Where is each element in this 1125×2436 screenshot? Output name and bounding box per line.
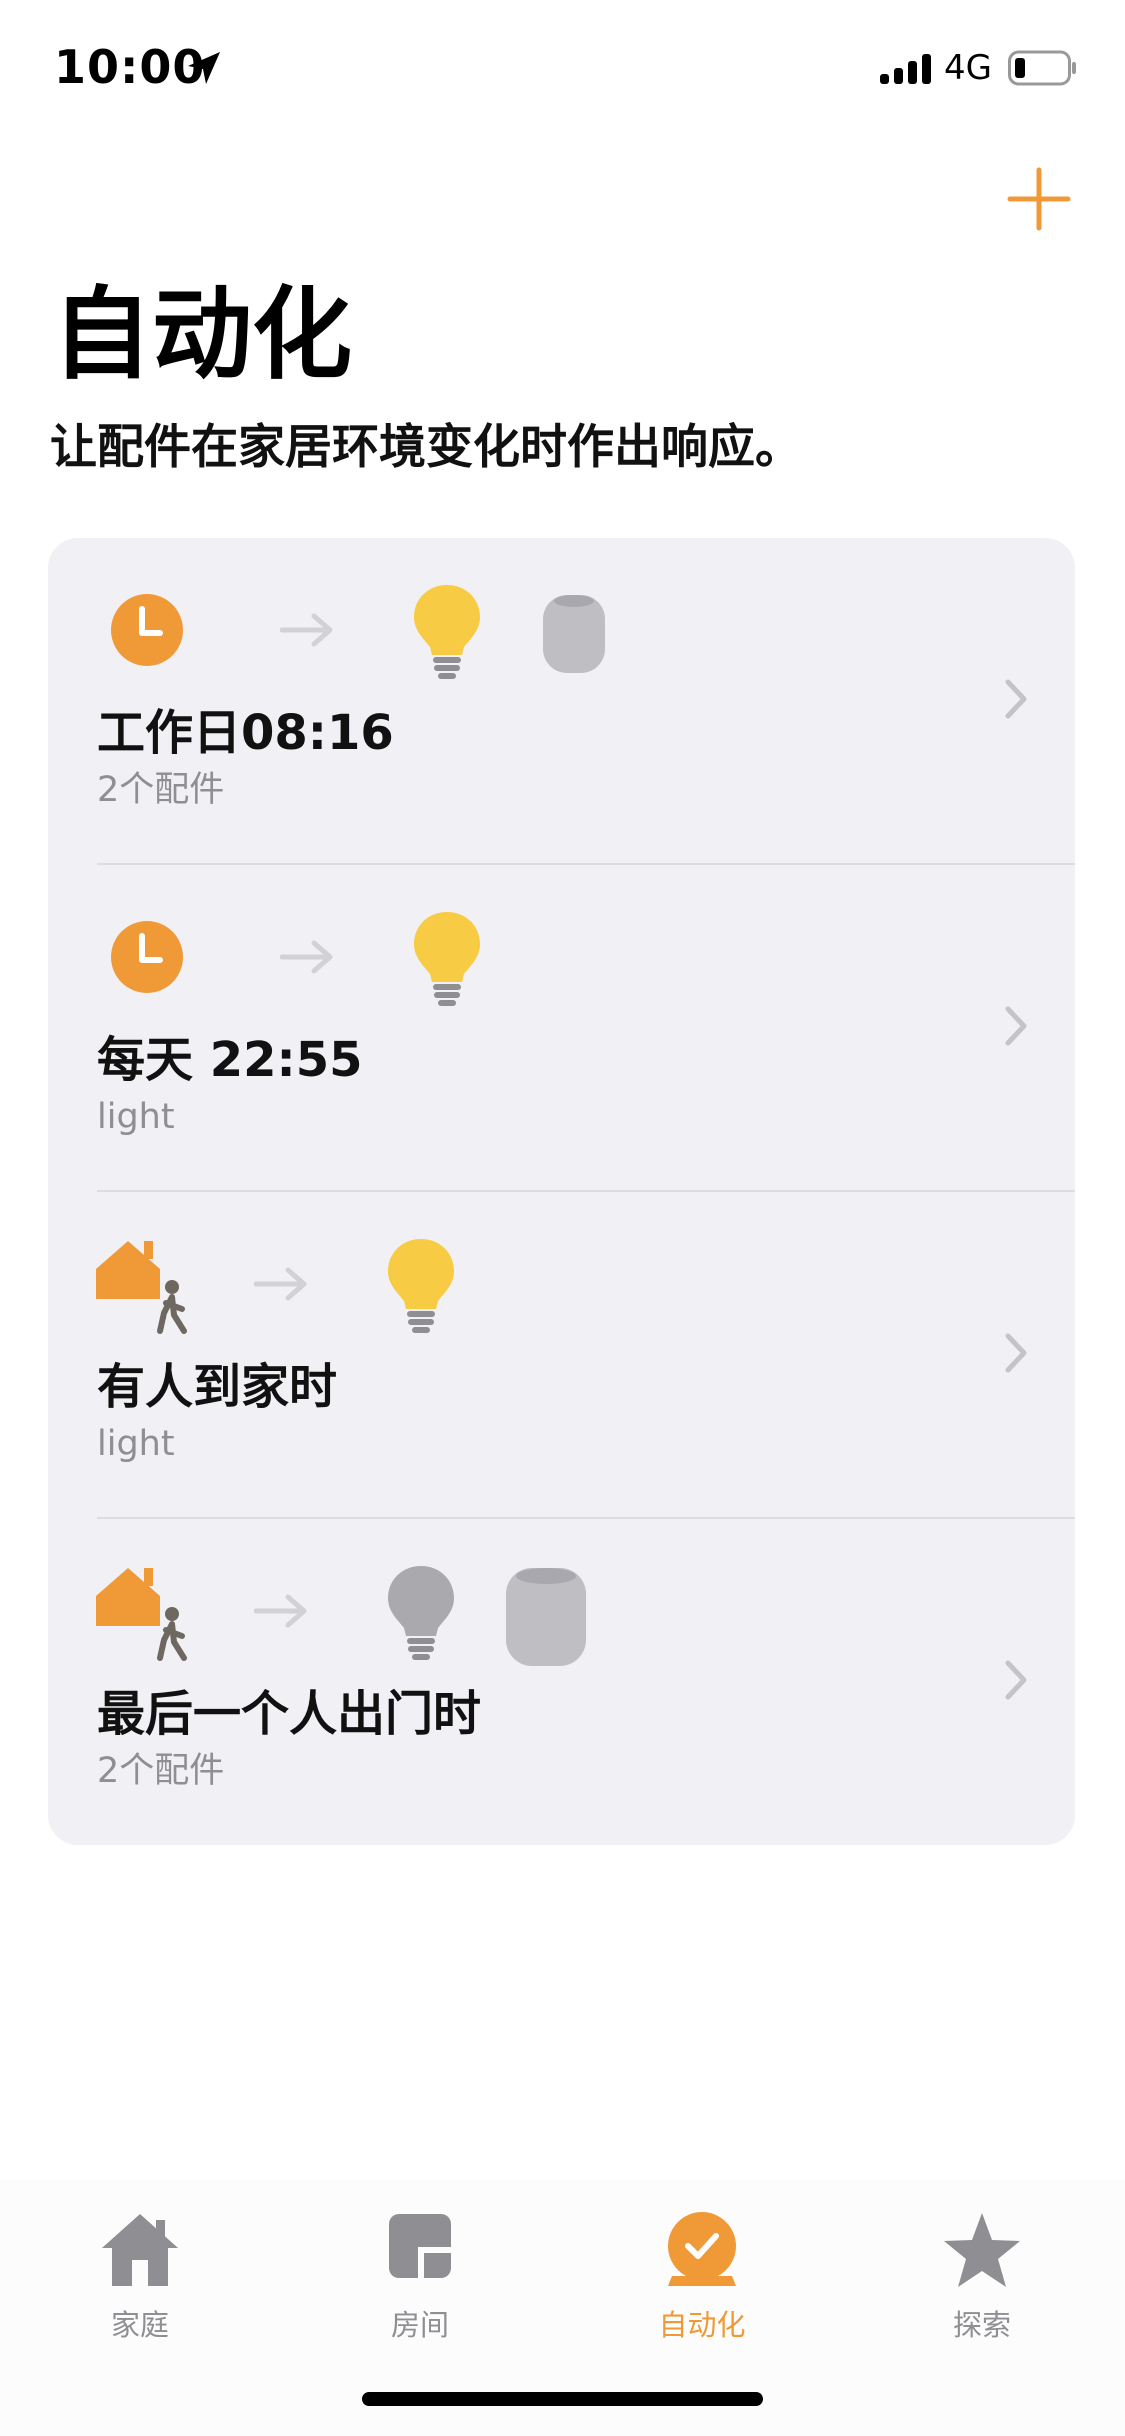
chevron-right-icon bbox=[1005, 1660, 1027, 1700]
add-automation-button[interactable] bbox=[1006, 166, 1072, 232]
location-arrow-icon bbox=[188, 52, 220, 84]
automation-title: 最后一个人出门时 bbox=[97, 1686, 482, 1742]
status-time: 10:00 bbox=[54, 40, 206, 94]
tab-label: 探索 bbox=[952, 2308, 1011, 2342]
page-subtitle: 让配件在家居环境变化时作出响应。 bbox=[50, 420, 802, 475]
automation-list: 工作日08:16 2个配件 每天 22:55 light 有人到家时 light… bbox=[48, 538, 1075, 1845]
tab-rooms[interactable]: 房间 bbox=[320, 2200, 520, 2350]
automation-title: 工作日08:16 bbox=[97, 705, 394, 761]
tab-label: 自动化 bbox=[658, 2308, 746, 2342]
automation-subtitle: 2个配件 bbox=[97, 770, 225, 810]
automation-row[interactable]: 有人到家时 light bbox=[48, 1192, 1075, 1519]
tab-home[interactable]: 家庭 bbox=[40, 2200, 240, 2350]
automation-title: 每天 22:55 bbox=[97, 1032, 363, 1088]
arrow-right-icon bbox=[280, 940, 333, 974]
cellular-signal-icon bbox=[880, 54, 931, 84]
arrow-right-icon bbox=[254, 1267, 307, 1301]
automation-clock-check-icon bbox=[668, 2212, 736, 2286]
automation-subtitle: light bbox=[97, 1097, 175, 1137]
automation-row[interactable]: 每天 22:55 light bbox=[48, 865, 1075, 1192]
chevron-right-icon bbox=[1005, 1333, 1027, 1373]
clock-icon bbox=[111, 594, 183, 666]
automation-row[interactable]: 工作日08:16 2个配件 bbox=[48, 538, 1075, 865]
arrow-right-icon bbox=[280, 613, 333, 647]
automation-row[interactable]: 最后一个人出门时 2个配件 bbox=[48, 1519, 1075, 1845]
person-leaves-home-icon bbox=[96, 1568, 187, 1661]
homepod-mini-icon bbox=[543, 595, 605, 673]
home-indicator bbox=[362, 2392, 763, 2406]
lightbulb-on-icon bbox=[414, 585, 480, 679]
person-arrives-home-icon bbox=[96, 1241, 187, 1334]
chevron-right-icon bbox=[1005, 1006, 1027, 1046]
star-icon bbox=[944, 2213, 1020, 2287]
automation-subtitle: light bbox=[97, 1424, 175, 1464]
rooms-icon bbox=[389, 2214, 451, 2278]
page-title: 自动化 bbox=[52, 276, 352, 393]
clock-icon bbox=[111, 921, 183, 993]
homepod-icon bbox=[506, 1568, 586, 1666]
tab-discover[interactable]: 探索 bbox=[882, 2200, 1082, 2350]
lightbulb-on-icon bbox=[388, 1239, 454, 1333]
lightbulb-on-icon bbox=[414, 912, 480, 1006]
tab-label: 家庭 bbox=[110, 2308, 169, 2342]
status-bar: 10:00 4G bbox=[0, 0, 1125, 140]
network-type: 4G bbox=[944, 48, 992, 88]
automation-subtitle: 2个配件 bbox=[97, 1751, 225, 1791]
tab-label: 房间 bbox=[390, 2308, 449, 2342]
arrow-right-icon bbox=[254, 1594, 307, 1628]
tab-automation[interactable]: 自动化 bbox=[602, 2200, 802, 2350]
automation-title: 有人到家时 bbox=[97, 1359, 338, 1415]
house-icon bbox=[102, 2214, 178, 2286]
battery-icon bbox=[1008, 50, 1076, 86]
lightbulb-off-icon bbox=[388, 1566, 454, 1660]
chevron-right-icon bbox=[1005, 679, 1027, 719]
